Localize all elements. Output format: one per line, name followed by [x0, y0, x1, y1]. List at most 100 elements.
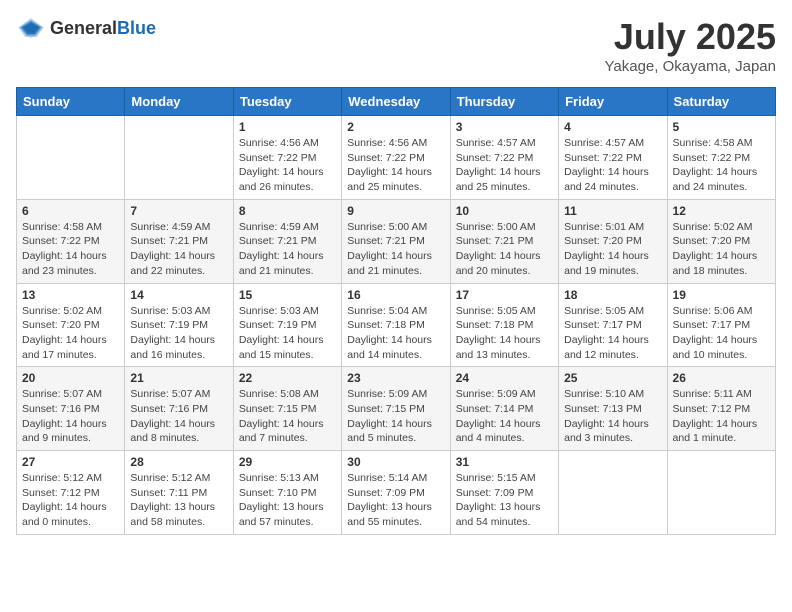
day-number: 16: [347, 288, 444, 302]
calendar-cell: 10 Sunrise: 5:00 AM Sunset: 7:21 PM Dayli…: [450, 199, 558, 283]
calendar-cell: [667, 451, 775, 535]
day-number: 19: [673, 288, 770, 302]
calendar-cell: 24 Sunrise: 5:09 AM Sunset: 7:14 PM Dayli…: [450, 367, 558, 451]
day-info: Sunrise: 4:57 AM Sunset: 7:22 PM Dayligh…: [456, 136, 553, 195]
day-number: 10: [456, 204, 553, 218]
calendar-week-row: 27 Sunrise: 5:12 AM Sunset: 7:12 PM Dayli…: [17, 451, 776, 535]
day-number: 11: [564, 204, 661, 218]
day-info: Sunrise: 5:05 AM Sunset: 7:18 PM Dayligh…: [456, 304, 553, 363]
calendar-cell: 26 Sunrise: 5:11 AM Sunset: 7:12 PM Dayli…: [667, 367, 775, 451]
day-info: Sunrise: 4:56 AM Sunset: 7:22 PM Dayligh…: [347, 136, 444, 195]
day-number: 14: [130, 288, 227, 302]
day-info: Sunrise: 5:02 AM Sunset: 7:20 PM Dayligh…: [673, 220, 770, 279]
day-info: Sunrise: 5:12 AM Sunset: 7:11 PM Dayligh…: [130, 471, 227, 530]
calendar-cell: 31 Sunrise: 5:15 AM Sunset: 7:09 PM Dayli…: [450, 451, 558, 535]
calendar-week-row: 13 Sunrise: 5:02 AM Sunset: 7:20 PM Dayli…: [17, 283, 776, 367]
day-number: 2: [347, 120, 444, 134]
day-info: Sunrise: 5:05 AM Sunset: 7:17 PM Dayligh…: [564, 304, 661, 363]
calendar-cell: 1Sunrise: 4:56 AM Sunset: 7:22 PM Daylig…: [233, 116, 341, 200]
day-info: Sunrise: 4:57 AM Sunset: 7:22 PM Dayligh…: [564, 136, 661, 195]
weekday-header: Monday: [125, 88, 233, 116]
calendar-cell: 22Sunrise: 5:08 AM Sunset: 7:15 PM Dayli…: [233, 367, 341, 451]
calendar-cell: 23 Sunrise: 5:09 AM Sunset: 7:15 PM Dayli…: [342, 367, 450, 451]
day-number: 28: [130, 455, 227, 469]
day-number: 8: [239, 204, 336, 218]
day-number: 3: [456, 120, 553, 134]
day-info: Sunrise: 5:08 AM Sunset: 7:15 PM Dayligh…: [239, 387, 336, 446]
calendar-cell: 7 Sunrise: 4:59 AM Sunset: 7:21 PM Daylig…: [125, 199, 233, 283]
weekday-header-row: SundayMondayTuesdayWednesdayThursdayFrid…: [17, 88, 776, 116]
day-number: 4: [564, 120, 661, 134]
calendar-week-row: 1Sunrise: 4:56 AM Sunset: 7:22 PM Daylig…: [17, 116, 776, 200]
day-number: 17: [456, 288, 553, 302]
day-info: Sunrise: 5:00 AM Sunset: 7:21 PM Dayligh…: [456, 220, 553, 279]
day-number: 31: [456, 455, 553, 469]
weekday-header: Sunday: [17, 88, 125, 116]
location-subtitle: Yakage, Okayama, Japan: [605, 58, 777, 75]
logo-icon: [16, 16, 46, 40]
day-number: 5: [673, 120, 770, 134]
day-info: Sunrise: 4:58 AM Sunset: 7:22 PM Dayligh…: [673, 136, 770, 195]
day-info: Sunrise: 4:56 AM Sunset: 7:22 PM Dayligh…: [239, 136, 336, 195]
day-info: Sunrise: 5:03 AM Sunset: 7:19 PM Dayligh…: [130, 304, 227, 363]
day-info: Sunrise: 4:59 AM Sunset: 7:21 PM Dayligh…: [130, 220, 227, 279]
calendar-cell: 12 Sunrise: 5:02 AM Sunset: 7:20 PM Dayli…: [667, 199, 775, 283]
day-number: 13: [22, 288, 119, 302]
day-number: 7: [130, 204, 227, 218]
calendar-cell: 21 Sunrise: 5:07 AM Sunset: 7:16 PM Dayli…: [125, 367, 233, 451]
day-number: 21: [130, 371, 227, 385]
weekday-header: Thursday: [450, 88, 558, 116]
calendar-cell: 19 Sunrise: 5:06 AM Sunset: 7:17 PM Dayli…: [667, 283, 775, 367]
calendar-cell: 6 Sunrise: 4:58 AM Sunset: 7:22 PM Daylig…: [17, 199, 125, 283]
title-block: July 2025 Yakage, Okayama, Japan: [605, 16, 777, 75]
calendar-cell: 16 Sunrise: 5:04 AM Sunset: 7:18 PM Dayli…: [342, 283, 450, 367]
page-header: General Blue July 2025 Yakage, Okayama, …: [16, 16, 776, 75]
calendar-cell: 30Sunrise: 5:14 AM Sunset: 7:09 PM Dayli…: [342, 451, 450, 535]
calendar-cell: 15 Sunrise: 5:03 AM Sunset: 7:19 PM Dayli…: [233, 283, 341, 367]
day-number: 26: [673, 371, 770, 385]
day-info: Sunrise: 5:13 AM Sunset: 7:10 PM Dayligh…: [239, 471, 336, 530]
day-info: Sunrise: 5:11 AM Sunset: 7:12 PM Dayligh…: [673, 387, 770, 446]
day-number: 6: [22, 204, 119, 218]
calendar-cell: 2 Sunrise: 4:56 AM Sunset: 7:22 PM Daylig…: [342, 116, 450, 200]
calendar-week-row: 20 Sunrise: 5:07 AM Sunset: 7:16 PM Dayli…: [17, 367, 776, 451]
day-info: Sunrise: 5:03 AM Sunset: 7:19 PM Dayligh…: [239, 304, 336, 363]
calendar-cell: 28 Sunrise: 5:12 AM Sunset: 7:11 PM Dayli…: [125, 451, 233, 535]
calendar-table: SundayMondayTuesdayWednesdayThursdayFrid…: [16, 87, 776, 535]
calendar-cell: [125, 116, 233, 200]
day-number: 9: [347, 204, 444, 218]
calendar-cell: 11 Sunrise: 5:01 AM Sunset: 7:20 PM Dayli…: [559, 199, 667, 283]
day-number: 12: [673, 204, 770, 218]
day-number: 20: [22, 371, 119, 385]
day-number: 18: [564, 288, 661, 302]
calendar-cell: 4 Sunrise: 4:57 AM Sunset: 7:22 PM Daylig…: [559, 116, 667, 200]
weekday-header: Saturday: [667, 88, 775, 116]
day-info: Sunrise: 5:04 AM Sunset: 7:18 PM Dayligh…: [347, 304, 444, 363]
day-info: Sunrise: 5:12 AM Sunset: 7:12 PM Dayligh…: [22, 471, 119, 530]
day-number: 27: [22, 455, 119, 469]
day-info: Sunrise: 5:00 AM Sunset: 7:21 PM Dayligh…: [347, 220, 444, 279]
calendar-cell: 5 Sunrise: 4:58 AM Sunset: 7:22 PM Daylig…: [667, 116, 775, 200]
day-number: 15: [239, 288, 336, 302]
day-info: Sunrise: 5:01 AM Sunset: 7:20 PM Dayligh…: [564, 220, 661, 279]
day-number: 25: [564, 371, 661, 385]
day-number: 23: [347, 371, 444, 385]
day-info: Sunrise: 5:09 AM Sunset: 7:14 PM Dayligh…: [456, 387, 553, 446]
day-info: Sunrise: 5:14 AM Sunset: 7:09 PM Dayligh…: [347, 471, 444, 530]
day-info: Sunrise: 4:58 AM Sunset: 7:22 PM Dayligh…: [22, 220, 119, 279]
day-info: Sunrise: 5:02 AM Sunset: 7:20 PM Dayligh…: [22, 304, 119, 363]
day-info: Sunrise: 5:15 AM Sunset: 7:09 PM Dayligh…: [456, 471, 553, 530]
day-info: Sunrise: 5:09 AM Sunset: 7:15 PM Dayligh…: [347, 387, 444, 446]
calendar-cell: 14 Sunrise: 5:03 AM Sunset: 7:19 PM Dayli…: [125, 283, 233, 367]
day-info: Sunrise: 5:06 AM Sunset: 7:17 PM Dayligh…: [673, 304, 770, 363]
calendar-cell: 17 Sunrise: 5:05 AM Sunset: 7:18 PM Dayli…: [450, 283, 558, 367]
calendar-cell: 13 Sunrise: 5:02 AM Sunset: 7:20 PM Dayli…: [17, 283, 125, 367]
day-number: 24: [456, 371, 553, 385]
calendar-cell: 27 Sunrise: 5:12 AM Sunset: 7:12 PM Dayli…: [17, 451, 125, 535]
calendar-cell: 25Sunrise: 5:10 AM Sunset: 7:13 PM Dayli…: [559, 367, 667, 451]
day-info: Sunrise: 5:07 AM Sunset: 7:16 PM Dayligh…: [130, 387, 227, 446]
calendar-cell: 3 Sunrise: 4:57 AM Sunset: 7:22 PM Daylig…: [450, 116, 558, 200]
calendar-week-row: 6 Sunrise: 4:58 AM Sunset: 7:22 PM Daylig…: [17, 199, 776, 283]
day-number: 29: [239, 455, 336, 469]
calendar-cell: 8Sunrise: 4:59 AM Sunset: 7:21 PM Daylig…: [233, 199, 341, 283]
